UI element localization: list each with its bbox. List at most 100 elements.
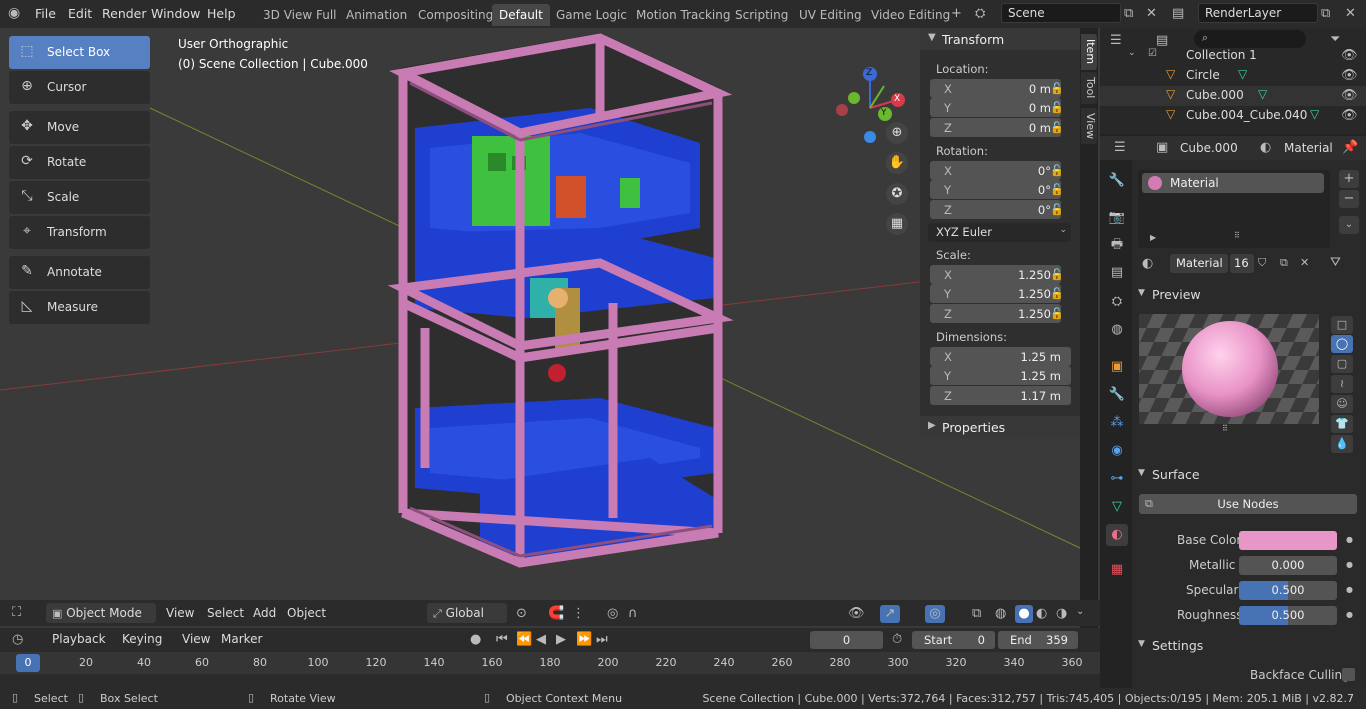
output-icon[interactable]: 🖶 <box>1106 234 1128 256</box>
menu-marker[interactable]: Marker <box>215 629 268 649</box>
timeline-editor-icon[interactable]: ◷ <box>12 633 23 646</box>
lock-icon[interactable]: 🔓 <box>1050 82 1064 96</box>
zoom-icon[interactable]: ⊕ <box>886 122 908 144</box>
remove-view-layer-icon[interactable]: ✕ <box>1345 7 1356 20</box>
preview-sphere-icon[interactable]: ◯ <box>1331 335 1353 353</box>
solid-shading-icon[interactable]: ● <box>1015 605 1033 623</box>
render-icon[interactable]: 📷 <box>1106 207 1128 229</box>
orientation-select[interactable]: ⤢ Global <box>427 603 507 623</box>
blender-logo-icon[interactable]: ◉ <box>8 6 20 20</box>
browse-material-icon[interactable]: ◐ <box>1142 257 1153 270</box>
prev-keyframe-icon[interactable]: ⏪ <box>516 633 532 646</box>
menu-window[interactable]: Window <box>151 6 200 21</box>
scene-field[interactable]: Scene <box>1001 3 1121 23</box>
menu-add[interactable]: Add <box>247 603 282 623</box>
base-color-swatch[interactable] <box>1239 531 1337 550</box>
pin-icon[interactable]: 📌 <box>1342 141 1358 154</box>
jump-end-icon[interactable]: ⏭ <box>596 633 608 646</box>
camera-view-icon[interactable]: ✪ <box>886 183 908 205</box>
lock-icon[interactable]: 🔓 <box>1050 183 1064 197</box>
snap-icon[interactable]: 🧲 <box>548 607 564 620</box>
end-frame-field[interactable]: End 359 <box>998 631 1078 649</box>
rotation-x-field[interactable]: X 0° <box>930 161 1061 180</box>
pan-hand-icon[interactable]: ✋ <box>886 152 908 174</box>
tab-item[interactable]: Item <box>1081 34 1097 70</box>
physics-icon[interactable]: ◉ <box>1106 440 1128 462</box>
stopwatch-icon[interactable]: ⏱ <box>892 633 902 646</box>
preview-hair-icon[interactable]: ≀ <box>1331 375 1353 393</box>
rotation-mode-select[interactable]: XYZ Euler ⌄ <box>928 223 1071 242</box>
roughness-slider[interactable]: 0.500 <box>1239 606 1337 625</box>
settings-header[interactable]: ▼ Settings <box>1132 634 1358 658</box>
add-slot-icon[interactable]: + <box>1339 170 1359 188</box>
tab-view[interactable]: View <box>1081 108 1097 144</box>
preview-fluid-icon[interactable]: 💧 <box>1331 435 1353 453</box>
preview-cube-icon[interactable]: ▢ <box>1331 355 1353 373</box>
view-layer-tab-icon[interactable]: ▤ <box>1106 262 1128 284</box>
rotation-y-field[interactable]: Y 0° <box>930 180 1061 199</box>
overlays-icon[interactable]: ◎ <box>925 605 945 623</box>
menu-file[interactable]: File <box>35 6 56 21</box>
use-nodes-button[interactable]: ⧉ Use Nodes <box>1139 494 1357 514</box>
tab-tool[interactable]: Tool <box>1081 72 1097 104</box>
menu-edit[interactable]: Edit <box>68 6 92 21</box>
tab-scripting[interactable]: Scripting <box>728 4 795 26</box>
menu-view[interactable]: View <box>160 603 200 623</box>
duplicate-icon[interactable]: ⧉ <box>1280 257 1288 268</box>
play-reverse-icon[interactable]: ◀ <box>536 633 546 646</box>
view-layer-field[interactable]: RenderLayer <box>1198 3 1318 23</box>
tool-annotate[interactable]: ✎ Annotate <box>9 256 150 289</box>
lock-icon[interactable]: 🔓 <box>1050 307 1064 321</box>
proportional-edit-icon[interactable]: ◎ <box>607 607 618 620</box>
scale-x-field[interactable]: X 1.250 <box>930 265 1061 284</box>
editor-type-icon[interactable]: ⛶ <box>12 606 21 619</box>
lock-icon[interactable]: 🔓 <box>1050 164 1064 178</box>
properties-editor-icon[interactable]: ☰ <box>1114 141 1126 154</box>
lock-icon[interactable]: 🔓 <box>1050 121 1064 135</box>
view-layer-icon[interactable]: ▤ <box>1172 7 1184 20</box>
surface-header[interactable]: ▼ Surface <box>1132 463 1358 487</box>
tool-measure[interactable]: ◺ Measure <box>9 291 150 324</box>
location-y-field[interactable]: Y0 m <box>930 98 1061 117</box>
dimension-z-field[interactable]: Z 1.17 m <box>930 386 1071 405</box>
outliner-row[interactable]: ▽ Circle ▽ 👁 <box>1100 66 1366 86</box>
filter-icon[interactable]: ⏷ <box>1330 33 1340 46</box>
constraints-icon[interactable]: ⊶ <box>1106 468 1128 490</box>
copy-scene-icon[interactable]: ⧉ <box>1124 7 1133 20</box>
next-keyframe-icon[interactable]: ⏩ <box>576 633 592 646</box>
tool-cursor[interactable]: ⊕ Cursor <box>9 71 150 104</box>
scene-tab-icon[interactable]: ⛭ <box>1106 291 1128 313</box>
keyframe-dot-icon[interactable]: ● <box>1346 560 1353 569</box>
tab-compositing[interactable]: Compositing <box>411 4 500 26</box>
location-z-field[interactable]: Z0 m <box>930 118 1061 137</box>
play-icon[interactable]: ▶ <box>556 633 566 646</box>
eye-icon[interactable]: 👁 <box>1341 89 1358 102</box>
menu-view-timeline[interactable]: View <box>176 629 216 649</box>
frame-ruler[interactable]: 0 20 40 60 80 100 120 140 160 180 200 22… <box>0 652 1100 674</box>
tool-rotate[interactable]: ⟳ Rotate <box>9 146 150 179</box>
chevron-down-icon[interactable]: ⌄ <box>1128 49 1136 58</box>
tool-settings-icon[interactable]: 🔧 <box>1106 170 1128 192</box>
scale-y-field[interactable]: Y 1.250 <box>930 284 1061 303</box>
metallic-slider[interactable]: 0.000 <box>1239 556 1337 575</box>
eye-icon[interactable]: 👁 <box>1341 69 1358 82</box>
scene-icon[interactable]: ⛭ <box>975 7 985 20</box>
tab-3d-view-full[interactable]: 3D View Full <box>256 4 344 26</box>
current-frame-field[interactable]: 0 <box>810 631 883 649</box>
material-name-field[interactable]: Material <box>1170 254 1228 273</box>
keyframe-dot-icon[interactable]: ● <box>1346 535 1353 544</box>
preview-header[interactable]: ▼ Preview <box>1132 283 1358 307</box>
tab-default[interactable]: Default <box>492 4 550 26</box>
snap-target-icon[interactable]: ⋮ <box>572 607 585 620</box>
eye-icon[interactable]: 👁 <box>1341 109 1358 122</box>
object-tab-icon[interactable]: ▣ <box>1106 356 1128 378</box>
lock-icon[interactable]: 🔓 <box>1050 287 1064 301</box>
tab-animation[interactable]: Animation <box>339 4 414 26</box>
outliner-row[interactable]: ▽ Cube.004_Cube.040 ▽ 👁 <box>1100 106 1366 126</box>
chevron-down-icon[interactable]: ⌄ <box>1076 607 1084 617</box>
tool-move[interactable]: ✥ Move <box>9 111 150 144</box>
tool-select-box[interactable]: ⬚ Select Box <box>9 36 150 69</box>
menu-select[interactable]: Select <box>201 603 250 623</box>
world-icon[interactable]: ◍ <box>1106 319 1128 341</box>
mode-select[interactable]: ▣ Object Mode <box>46 603 156 623</box>
